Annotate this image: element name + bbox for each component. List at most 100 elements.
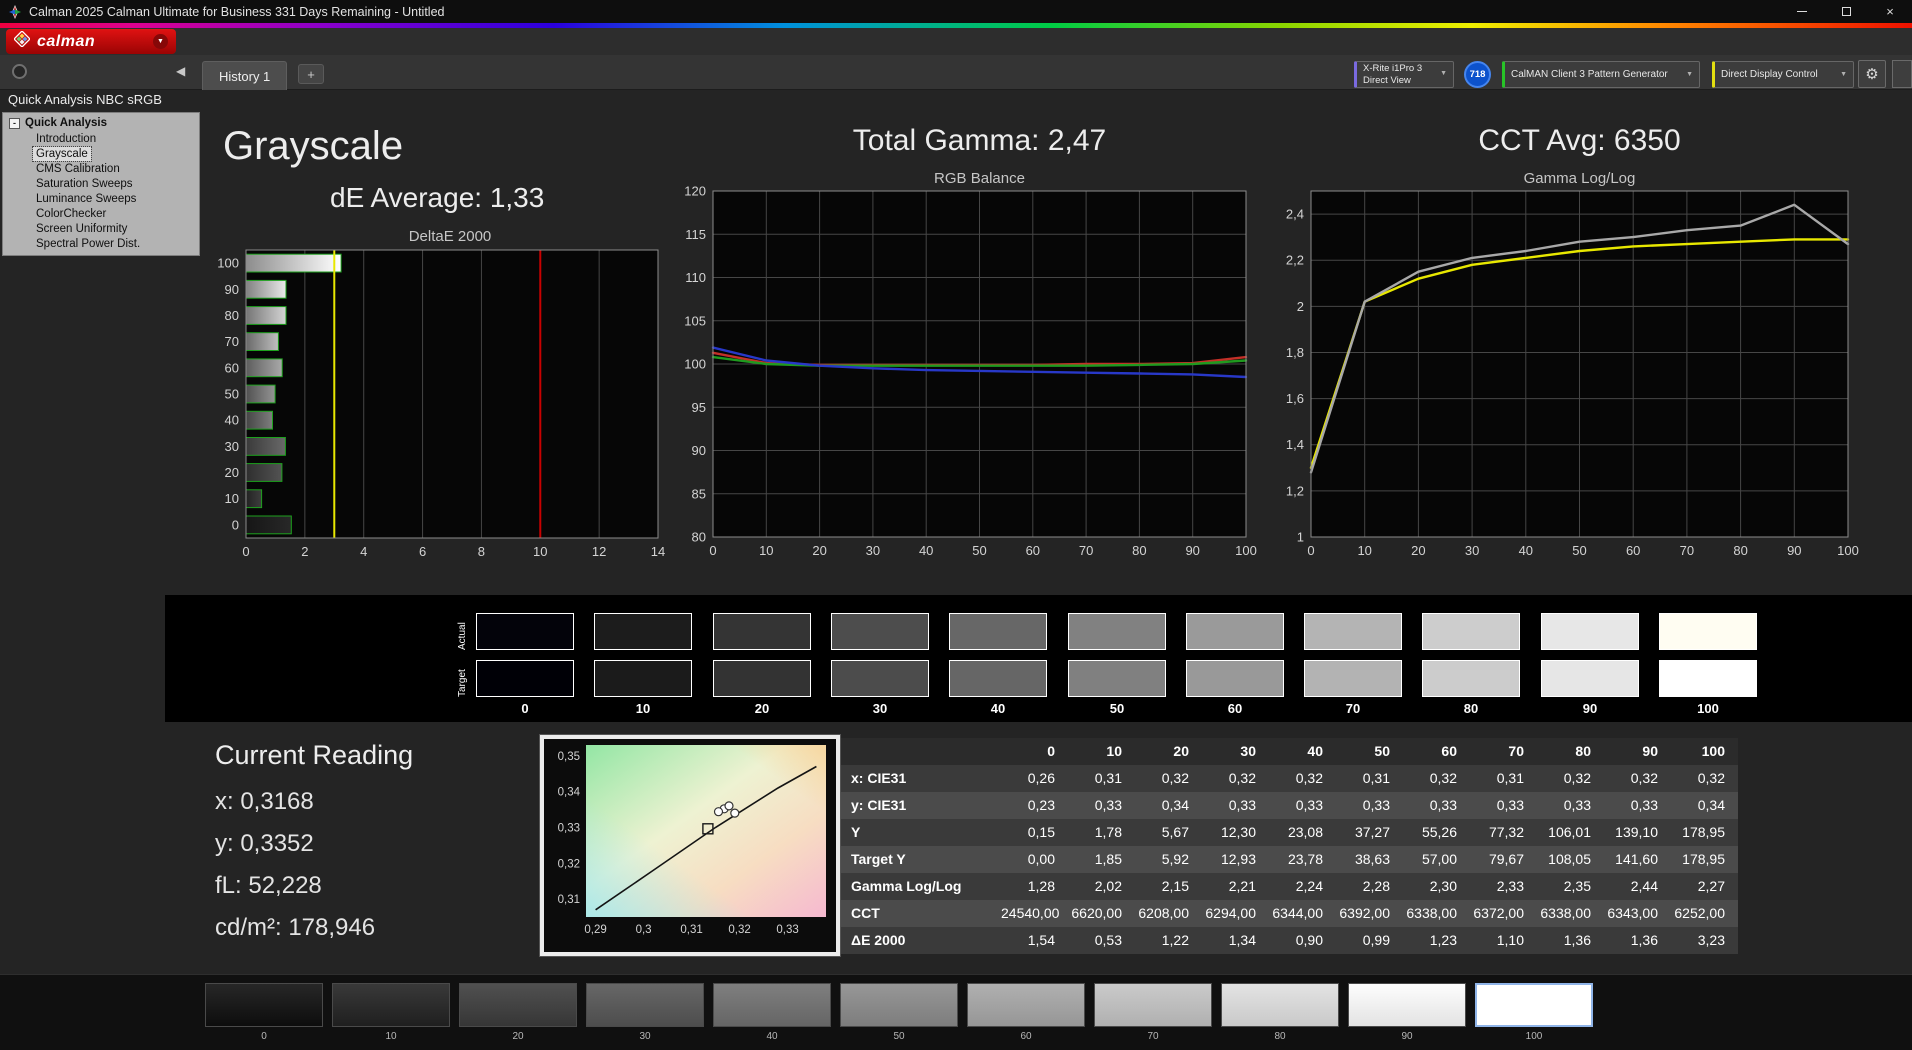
table-column-header: 40 bbox=[1269, 738, 1336, 765]
meter-select-dropdown[interactable]: X-Rite i1Pro 3 Direct View ▼ bbox=[1354, 61, 1454, 88]
sidebar-item-luminance-sweeps[interactable]: Luminance Sweeps bbox=[33, 192, 139, 206]
svg-text:2,2: 2,2 bbox=[1286, 253, 1304, 268]
grayscale-swatch-strip: ActualTarget0102030405060708090100 bbox=[165, 595, 1912, 722]
target-swatch-10 bbox=[594, 660, 692, 697]
pattern-patch-label: 60 bbox=[967, 1031, 1085, 1042]
pattern-patch-label: 90 bbox=[1348, 1031, 1466, 1042]
calman-diamond-icon bbox=[14, 31, 30, 52]
pattern-generator-dropdown[interactable]: CalMAN Client 3 Pattern Generator ▼ bbox=[1502, 61, 1700, 88]
svg-text:8: 8 bbox=[478, 544, 485, 559]
titlebar: Calman 2025 Calman Ultimate for Business… bbox=[0, 0, 1912, 23]
sidebar-collapse-icon[interactable]: ◀ bbox=[176, 64, 185, 78]
rgb-balance-chart-svg: 0102030405060708090100808590951001051101… bbox=[658, 186, 1258, 571]
target-swatch-0 bbox=[476, 660, 574, 697]
add-tab-button[interactable]: + bbox=[298, 64, 324, 84]
target-row-label: Target bbox=[457, 660, 468, 697]
pattern-patch-0[interactable] bbox=[205, 983, 323, 1027]
svg-text:30: 30 bbox=[225, 439, 239, 454]
actual-swatch-80 bbox=[1422, 613, 1520, 650]
pattern-patch-label: 80 bbox=[1221, 1031, 1339, 1042]
svg-text:100: 100 bbox=[684, 357, 706, 372]
svg-text:30: 30 bbox=[866, 543, 880, 558]
target-swatch-50 bbox=[1068, 660, 1166, 697]
sidebar-item-colorchecker[interactable]: ColorChecker bbox=[33, 207, 109, 221]
rgb-balance-chart: 0102030405060708090100808590951001051101… bbox=[658, 186, 1258, 576]
target-swatch-60 bbox=[1186, 660, 1284, 697]
table-row-y-cie31: y: CIE310,230,330,340,330,330,330,330,33… bbox=[841, 792, 1738, 819]
actual-swatch-60 bbox=[1186, 613, 1284, 650]
pattern-patch-30[interactable] bbox=[586, 983, 704, 1027]
svg-text:85: 85 bbox=[692, 486, 706, 501]
swatch-column-label: 100 bbox=[1659, 701, 1757, 716]
settings-button[interactable]: ⚙ bbox=[1858, 60, 1886, 88]
page-title: Grayscale bbox=[223, 124, 403, 169]
svg-text:1,4: 1,4 bbox=[1286, 437, 1304, 452]
reading-y: y: 0,3352 bbox=[215, 830, 314, 858]
results-table: 0102030405060708090100x: CIE310,260,310,… bbox=[841, 738, 1738, 954]
workflow-header: Quick Analysis NBC sRGB bbox=[8, 92, 162, 107]
svg-text:60: 60 bbox=[1626, 543, 1640, 558]
pattern-patch-50[interactable] bbox=[840, 983, 958, 1027]
table-column-header: 60 bbox=[1403, 738, 1470, 765]
svg-text:4: 4 bbox=[360, 544, 367, 559]
overflow-button[interactable] bbox=[1892, 60, 1912, 88]
actual-swatch-40 bbox=[949, 613, 1047, 650]
sidebar-item-screen-uniformity[interactable]: Screen Uniformity bbox=[33, 222, 130, 236]
pattern-patch-20[interactable] bbox=[459, 983, 577, 1027]
workflow-nav-dot-button[interactable] bbox=[12, 64, 27, 79]
svg-text:0,33: 0,33 bbox=[558, 822, 580, 834]
table-row-e-2000: ΔE 20001,540,531,221,340,900,991,231,101… bbox=[841, 927, 1738, 954]
target-swatch-90 bbox=[1541, 660, 1639, 697]
svg-text:0,31: 0,31 bbox=[680, 924, 702, 936]
display-control-dropdown[interactable]: Direct Display Control ▼ bbox=[1712, 61, 1854, 88]
swatch-column-label: 40 bbox=[949, 701, 1047, 716]
table-header-row: 0102030405060708090100 bbox=[841, 738, 1738, 765]
minimize-button[interactable] bbox=[1780, 0, 1824, 23]
window-title: Calman 2025 Calman Ultimate for Business… bbox=[29, 5, 444, 19]
actual-row-label: Actual bbox=[457, 613, 468, 650]
svg-text:20: 20 bbox=[225, 465, 239, 480]
pattern-patch-80[interactable] bbox=[1221, 983, 1339, 1027]
tree-expander-icon[interactable]: - bbox=[9, 118, 20, 129]
cie-chromaticity-chart-svg: 0,310,320,330,340,350,290,30,310,320,33 bbox=[544, 739, 836, 952]
sidebar-item-introduction[interactable]: Introduction bbox=[33, 132, 99, 146]
svg-text:40: 40 bbox=[1519, 543, 1533, 558]
pattern-patch-100[interactable] bbox=[1475, 983, 1593, 1027]
sidebar-item-saturation-sweeps[interactable]: Saturation Sweeps bbox=[33, 177, 136, 191]
tree-root-quick-analysis[interactable]: - Quick Analysis bbox=[8, 116, 199, 131]
reading-fl: fL: 52,228 bbox=[215, 872, 322, 900]
deltae-2000-chart: 024681012141009080706050403020100 bbox=[200, 246, 670, 581]
pattern-patch-label: 30 bbox=[586, 1031, 704, 1042]
calman-menu-button[interactable]: calman ▼ bbox=[6, 29, 176, 54]
sidebar-item-cms-calibration[interactable]: CMS Calibration bbox=[33, 162, 123, 176]
svg-text:10: 10 bbox=[533, 544, 547, 559]
brand-name: calman bbox=[37, 33, 95, 51]
svg-text:110: 110 bbox=[685, 270, 706, 285]
pattern-patch-90[interactable] bbox=[1348, 983, 1466, 1027]
pattern-patch-10[interactable] bbox=[332, 983, 450, 1027]
pattern-patch-60[interactable] bbox=[967, 983, 1085, 1027]
svg-text:10: 10 bbox=[225, 491, 239, 506]
sidebar-item-spectral-power-dist[interactable]: Spectral Power Dist. bbox=[33, 237, 143, 251]
actual-swatch-100 bbox=[1659, 613, 1757, 650]
pattern-bar: 0102030405060708090100 ▲ ■ ▶ ∞ « Back Ne… bbox=[0, 974, 1912, 1050]
sidebar-item-grayscale[interactable]: Grayscale bbox=[33, 147, 91, 161]
pattern-patch-70[interactable] bbox=[1094, 983, 1212, 1027]
target-swatch-40 bbox=[949, 660, 1047, 697]
pattern-patch-label: 70 bbox=[1094, 1031, 1212, 1042]
tab-history-1[interactable]: History 1 bbox=[202, 61, 287, 90]
svg-text:90: 90 bbox=[225, 282, 239, 297]
reading-cdm2: cd/m²: 178,946 bbox=[215, 914, 375, 942]
svg-text:10: 10 bbox=[759, 543, 773, 558]
deltae-2000-chart-svg: 024681012141009080706050403020100 bbox=[200, 246, 670, 576]
maximize-button[interactable] bbox=[1824, 0, 1868, 23]
pattern-patch-40[interactable] bbox=[713, 983, 831, 1027]
svg-text:95: 95 bbox=[692, 400, 706, 415]
svg-text:1,6: 1,6 bbox=[1286, 391, 1304, 406]
meter-status-badge[interactable]: 718 bbox=[1464, 61, 1491, 88]
pattern-patch-label: 20 bbox=[459, 1031, 577, 1042]
gamma-loglog-chart: 010203040506070809010011,21,41,61,822,22… bbox=[1256, 186, 1862, 576]
close-button[interactable]: × bbox=[1868, 0, 1912, 23]
svg-text:80: 80 bbox=[692, 530, 706, 545]
cct-average-readout: CCT Avg: 6350 bbox=[1311, 124, 1848, 158]
